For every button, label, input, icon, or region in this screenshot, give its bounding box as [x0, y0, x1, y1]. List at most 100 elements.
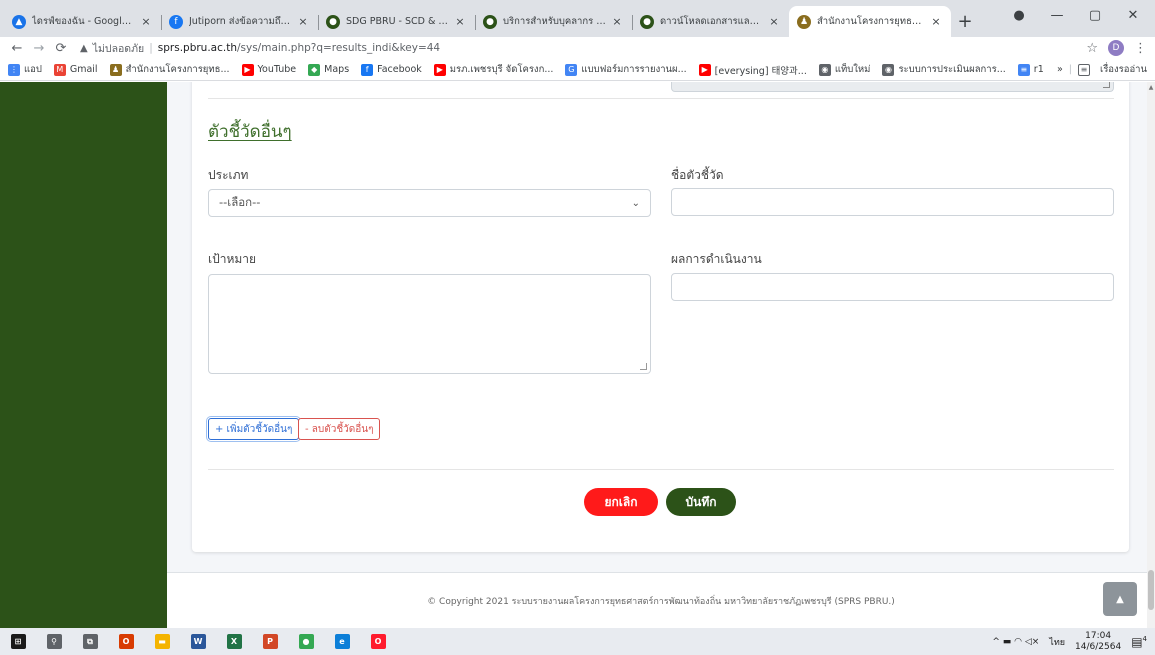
bookmark-star-icon[interactable]: ☆: [1086, 41, 1098, 56]
reading-list-label[interactable]: เรื่องรออ่าน: [1100, 62, 1147, 77]
main-content: ตัวชี้วัดอื่นๆ ประเภท --เลือก-- ⌄ ชื่อตั…: [167, 82, 1155, 628]
taskbar-app-opera[interactable]: O: [360, 628, 396, 655]
browser-tab[interactable]: ● SDG PBRU - SCD & SDG PBRU ×: [318, 6, 475, 37]
indicator-name-label: ชื่อตัวชี้วัด: [671, 168, 724, 182]
close-icon[interactable]: ×: [767, 15, 781, 28]
bookmark-label: ระบบการประเมินผลการ...: [898, 64, 1006, 75]
browser-toolbar: ← → ⟳ ▲ ไม่ปลอดภัย | sprs.pbru.ac.th/sys…: [0, 37, 1155, 59]
bookmark-label: แบบฟอร์มการรายงานผ...: [581, 64, 687, 75]
clock[interactable]: 17:04 14/6/2564: [1075, 631, 1121, 653]
indicator-name-input[interactable]: [671, 188, 1114, 216]
sidebar: [0, 82, 167, 628]
taskbar-app-edge[interactable]: e: [324, 628, 360, 655]
type-select[interactable]: --เลือก-- ⌄: [208, 189, 651, 217]
bookmark-favicon-icon: G: [565, 63, 578, 76]
taskbar-app-start[interactable]: ⊞: [0, 628, 36, 655]
previous-textarea-bottom[interactable]: [671, 82, 1114, 92]
browser-tab[interactable]: ▲ ไดรฟ์ของฉัน - Google ไดรฟ์ ×: [4, 6, 161, 37]
back-button[interactable]: ←: [8, 41, 26, 56]
reload-button[interactable]: ⟳: [52, 41, 70, 56]
tray-icons[interactable]: ^ ▬ ◠ ◁×: [992, 637, 1039, 647]
actions-divider: [208, 469, 1114, 470]
maximize-button[interactable]: ▢: [1076, 8, 1114, 23]
web-page: ตัวชี้วัดอื่นๆ ประเภท --เลือก-- ⌄ ชื่อตั…: [0, 82, 1155, 628]
taskbar-app-office[interactable]: O: [108, 628, 144, 655]
browser-tab[interactable]: ● บริการสำหรับบุคลากร มหาวิทยา ×: [475, 6, 632, 37]
browser-tab[interactable]: ♟ สำนักงานโครงการยุทธศาสตร์การ ×: [789, 6, 951, 37]
bookmark-item[interactable]: G แบบฟอร์มการรายงานผ...: [565, 62, 687, 77]
url-path: /sys/main.php?q=results_indi&key=44: [236, 42, 441, 54]
bookmark-item[interactable]: ◉ แท็บใหม่: [818, 62, 870, 77]
tab-favicon-icon: ▲: [12, 14, 26, 29]
save-button[interactable]: บันทึก: [666, 488, 736, 516]
opera-icon: O: [370, 634, 386, 649]
close-icon[interactable]: ×: [453, 15, 467, 28]
forward-button[interactable]: →: [30, 41, 48, 56]
taskbar-app-task-view[interactable]: ⧉: [72, 628, 108, 655]
scrollbar-thumb[interactable]: [1148, 570, 1154, 610]
taskbar-app-file-explorer[interactable]: ▬: [144, 628, 180, 655]
bookmark-item[interactable]: ⋮ แอป: [8, 62, 42, 77]
add-indicator-button[interactable]: + เพิ่มตัวชี้วัดอื่นๆ: [205, 416, 302, 442]
tab-title: Jutiporn ส่งข้อความถึงคุณ: [189, 16, 292, 27]
browser-tab[interactable]: ● ดาวน์โหลดเอกสารและแบบฟอร์ม ×: [632, 6, 789, 37]
bookmark-item[interactable]: ▶ YouTube: [241, 63, 296, 76]
result-input[interactable]: [671, 273, 1114, 301]
page-scrollbar[interactable]: ▲: [1147, 82, 1155, 628]
notification-icon[interactable]: ▤4: [1131, 635, 1147, 649]
new-tab-button[interactable]: +: [951, 6, 979, 37]
more-bookmarks-icon[interactable]: »: [1057, 64, 1063, 75]
tab-title: สำนักงานโครงการยุทธศาสตร์การ: [817, 16, 925, 27]
minimize-button[interactable]: —: [1038, 8, 1076, 23]
result-label: ผลการดำเนินงาน: [671, 252, 762, 266]
bookmark-item[interactable]: ◉ ระบบการประเมินผลการ...: [882, 62, 1006, 77]
bookmark-item[interactable]: ▶ [everysing] 태양과...: [698, 63, 807, 77]
extension-icon[interactable]: ●: [1000, 8, 1038, 23]
chevron-down-icon: ⌄: [631, 197, 640, 209]
bookmark-item[interactable]: f Facebook: [361, 63, 422, 76]
taskbar-app-powerpoint[interactable]: P: [252, 628, 288, 655]
taskbar-app-excel[interactable]: X: [216, 628, 252, 655]
bookmark-item[interactable]: M Gmail: [53, 63, 98, 76]
start-icon: ⊞: [10, 634, 26, 649]
language-indicator[interactable]: ไทย: [1049, 635, 1065, 649]
bookmark-label: Maps: [324, 64, 350, 75]
office-icon: O: [118, 634, 134, 649]
address-bar[interactable]: ▲ ไม่ปลอดภัย | sprs.pbru.ac.th/sys/main.…: [74, 38, 1076, 58]
taskbar-app-word[interactable]: W: [180, 628, 216, 655]
bookmark-item[interactable]: ▶ มรภ.เพชรบุรี จัดโครงก...: [433, 62, 553, 77]
bookmark-item[interactable]: ◆ Maps: [308, 63, 350, 76]
bookmark-label: [everysing] 태양과...: [714, 65, 807, 77]
bookmark-label: r1: [1033, 64, 1044, 75]
cancel-button[interactable]: ยกเลิก: [584, 488, 658, 516]
section-divider: [208, 98, 1114, 99]
taskbar-app-search[interactable]: ⚲: [36, 628, 72, 655]
tab-title: ไดรฟ์ของฉัน - Google ไดรฟ์: [32, 16, 135, 27]
taskbar-app-chrome[interactable]: ●: [288, 628, 324, 655]
scroll-to-top-button[interactable]: ▲: [1103, 582, 1137, 616]
chevron-up-icon: ▲: [1116, 593, 1124, 605]
windows-taskbar: ⊞ ⚲ ⧉ O ▬ W X P ● e O ^ ▬ ◠ ◁× ไทย 17:04 14/6/2564…: [0, 628, 1155, 655]
close-window-button[interactable]: ✕: [1114, 8, 1152, 23]
notification-count: 4: [1142, 634, 1147, 643]
scroll-up-arrow-icon[interactable]: ▲: [1147, 84, 1155, 91]
browser-menu-icon[interactable]: ⋮: [1134, 41, 1147, 56]
close-icon[interactable]: ×: [929, 15, 943, 28]
bookmark-favicon-icon: M: [53, 63, 66, 76]
security-label: ไม่ปลอดภัย: [92, 42, 145, 55]
close-icon[interactable]: ×: [296, 15, 310, 28]
close-icon[interactable]: ×: [610, 15, 624, 28]
system-tray: ^ ▬ ◠ ◁× ไทย 17:04 14/6/2564 ▤4: [992, 628, 1155, 655]
window-controls: ● — ▢ ✕: [1000, 0, 1152, 30]
browser-tab[interactable]: f Jutiporn ส่งข้อความถึงคุณ ×: [161, 6, 318, 37]
tab-favicon-icon: ♟: [797, 14, 811, 29]
bookmark-item[interactable]: ≡ r1: [1017, 63, 1044, 76]
target-textarea[interactable]: [208, 274, 651, 374]
profile-avatar[interactable]: D: [1108, 40, 1124, 56]
close-icon[interactable]: ×: [139, 15, 153, 28]
bookmark-favicon-icon: ◉: [818, 63, 831, 76]
bookmark-label: สำนักงานโครงการยุทธ...: [125, 64, 230, 75]
remove-indicator-button[interactable]: - ลบตัวชี้วัดอื่นๆ: [298, 418, 381, 440]
search-icon: ⚲: [46, 634, 62, 649]
bookmark-item[interactable]: ♟ สำนักงานโครงการยุทธ...: [109, 62, 230, 77]
